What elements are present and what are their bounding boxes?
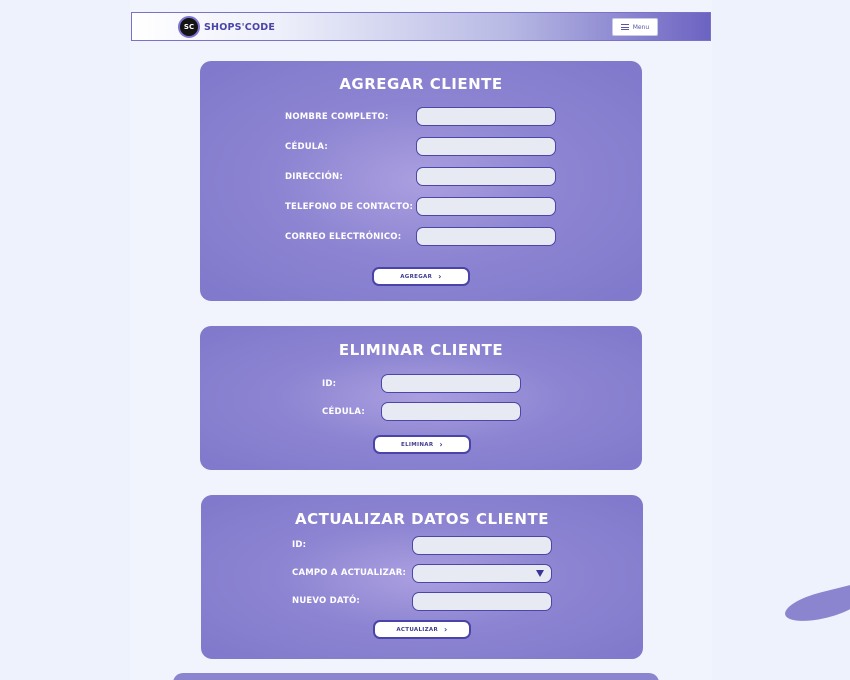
new-data-input[interactable] [412, 592, 552, 611]
field-to-update-select[interactable] [412, 564, 552, 583]
menu-button[interactable]: Menu [612, 18, 658, 36]
update-button-label: ACTUALIZAR [396, 626, 439, 633]
delete-client-title: ELIMINAR CLIENTE [338, 341, 504, 359]
new-data-label: NUEVO DATÓ: [292, 596, 361, 606]
delete-id-number-label: CÉDULA: [322, 407, 365, 417]
id-number-label: CÉDULA: [285, 142, 328, 152]
delete-id-input[interactable] [381, 374, 521, 393]
update-client-button[interactable]: ACTUALIZAR › [373, 620, 471, 639]
add-client-card: AGREGAR CLIENTE NOMBRE COMPLETO: CÉDULA:… [200, 61, 642, 301]
phone-label: TELEFONO DE CONTACTO: [285, 202, 414, 212]
delete-id-number-input[interactable] [381, 402, 521, 421]
brand[interactable]: SC SHOPS'CODE [178, 16, 275, 38]
address-input[interactable] [416, 167, 556, 186]
phone-input[interactable] [416, 197, 556, 216]
delete-client-button[interactable]: ELIMINAR › [373, 435, 471, 454]
chevron-right-icon: › [439, 439, 443, 449]
id-number-input[interactable] [416, 137, 556, 156]
full-name-input[interactable] [416, 107, 556, 126]
email-input[interactable] [416, 227, 556, 246]
brand-logo[interactable]: SC [178, 16, 200, 38]
email-label: CORREO ELECTRÓNICO: [285, 232, 402, 242]
update-id-input[interactable] [412, 536, 552, 555]
decorative-shape [782, 582, 850, 628]
hamburger-icon [620, 24, 629, 30]
update-id-label: ID: [292, 540, 307, 550]
chevron-right-icon: › [438, 271, 442, 281]
delete-button-label: ELIMINAR [401, 441, 434, 448]
update-client-title: ACTUALIZAR DATOS CLIENTE [295, 510, 549, 528]
brand-name[interactable]: SHOPS'CODE [204, 22, 275, 33]
navbar: SC SHOPS'CODE Menu [131, 12, 711, 41]
delete-id-label: ID: [322, 379, 337, 389]
chevron-right-icon: › [444, 624, 448, 634]
menu-label: Menu [632, 23, 650, 31]
caret-down-icon [536, 570, 544, 577]
delete-client-card: ELIMINAR CLIENTE ID: CÉDULA: ELIMINAR › [200, 326, 642, 470]
add-client-title: AGREGAR CLIENTE [339, 75, 503, 93]
add-button-label: AGREGAR [400, 273, 433, 280]
update-client-card: ACTUALIZAR DATOS CLIENTE ID: CAMPO A ACT… [201, 495, 643, 659]
next-card [173, 673, 659, 680]
address-label: DIRECCIÓN: [285, 172, 343, 182]
full-name-label: NOMBRE COMPLETO: [285, 112, 389, 122]
field-to-update-label: CAMPO A ACTUALIZAR: [292, 568, 407, 578]
add-client-button[interactable]: AGREGAR › [372, 267, 470, 286]
